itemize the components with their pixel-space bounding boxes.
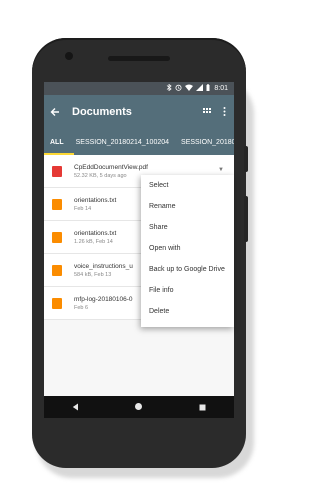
file-name: voice_instructions_u	[74, 262, 133, 270]
status-bar: 8:01	[44, 82, 234, 95]
arrow-back-icon[interactable]	[44, 105, 72, 120]
file-meta: Feb 14	[74, 205, 92, 212]
file-name: mfp-log-20180106-0	[74, 295, 133, 303]
status-time: 8:01	[214, 85, 228, 92]
wifi-icon	[185, 84, 194, 93]
pdf-file-icon	[52, 165, 62, 177]
power-button	[244, 146, 248, 172]
menu-item-rename[interactable]: Rename	[141, 196, 234, 217]
text-file-icon	[52, 231, 62, 243]
alarm-icon	[175, 84, 182, 93]
page-title: Documents	[72, 106, 132, 118]
front-camera	[65, 52, 73, 60]
file-name: orientations.txt	[74, 196, 117, 204]
bluetooth-icon	[166, 83, 173, 93]
context-menu: Select Rename Share Open with Back up to…	[141, 175, 234, 327]
menu-item-backup-drive[interactable]: Back up to Google Drive	[141, 259, 234, 280]
file-name: orientations.txt	[74, 229, 117, 237]
tab-all[interactable]: ALL	[44, 129, 70, 155]
home-circle-icon[interactable]	[134, 398, 143, 416]
menu-item-share[interactable]: Share	[141, 217, 234, 238]
navigation-bar	[44, 396, 234, 418]
file-meta: 584 kB, Feb 13	[74, 271, 112, 278]
signal-icon	[196, 84, 204, 93]
text-file-icon	[52, 264, 62, 276]
tab-bar: ALL SESSION_20180214_100204 SESSION_2018…	[44, 129, 234, 155]
file-meta: 52.32 KB, 5 days ago	[74, 172, 127, 179]
tab-session-100204[interactable]: SESSION_20180214_100204	[70, 129, 175, 155]
text-file-icon	[52, 198, 62, 210]
file-name: CpEddDocumentView.pdf	[74, 163, 148, 171]
back-triangle-icon[interactable]	[72, 398, 79, 416]
overflow-menu-icon[interactable]	[223, 103, 226, 121]
tab-session-2[interactable]: SESSION_20180214	[175, 129, 234, 155]
menu-item-delete[interactable]: Delete	[141, 301, 234, 322]
text-file-icon	[52, 297, 62, 309]
menu-item-open-with[interactable]: Open with	[141, 238, 234, 259]
recents-square-icon[interactable]	[199, 398, 206, 416]
volume-button	[244, 196, 248, 242]
app-bar: Documents	[44, 95, 234, 129]
menu-item-file-info[interactable]: File info	[141, 280, 234, 301]
menu-item-select[interactable]: Select	[141, 175, 234, 196]
grid-view-icon[interactable]	[203, 103, 211, 121]
earpiece-speaker	[108, 56, 170, 61]
file-meta: 1.26 kB, Feb 14	[74, 238, 113, 245]
file-meta: Feb 6	[74, 304, 89, 311]
chevron-down-icon[interactable]: ▼	[218, 167, 224, 173]
battery-icon	[206, 84, 210, 93]
